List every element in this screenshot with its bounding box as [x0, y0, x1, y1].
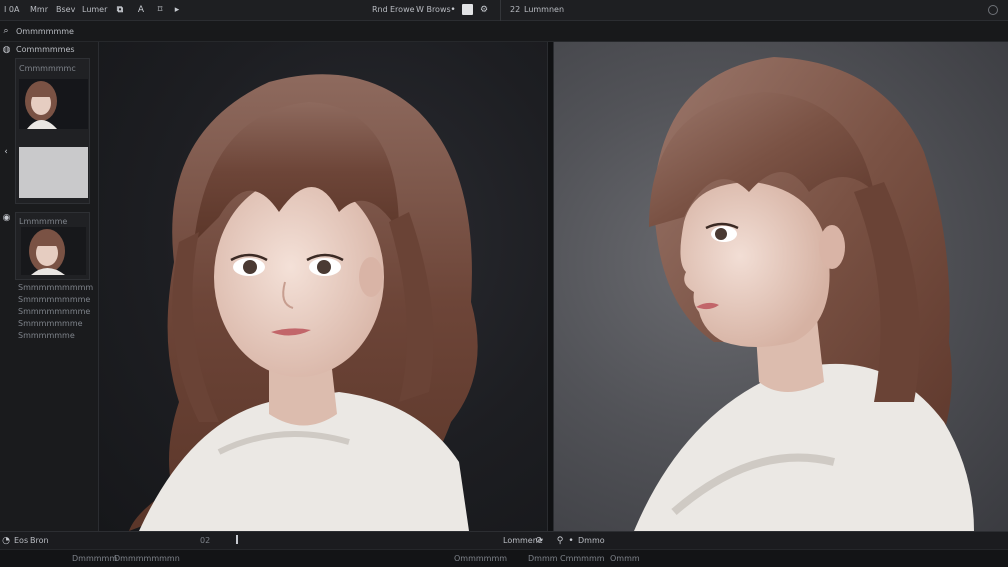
info-icon[interactable]: ◉ — [2, 213, 11, 223]
layers-icon[interactable]: ⧉ — [114, 3, 126, 17]
menu-browse[interactable]: W Brows — [416, 5, 451, 15]
settings-icon[interactable]: ⚙ — [480, 4, 488, 16]
window-control-icon[interactable] — [988, 5, 998, 15]
sidebar-section-title: Commmmmes — [16, 45, 75, 54]
chat-icon[interactable]: ◔ — [2, 535, 10, 547]
status-left-label: Eos — [14, 536, 29, 545]
status-right-value: Dmmo — [578, 536, 605, 545]
split-divider[interactable] — [547, 42, 554, 531]
menu-erowe[interactable]: Erowe — [390, 5, 415, 15]
search-icon[interactable]: ⌕ — [2, 25, 10, 37]
bottom-item[interactable]: Ommmmmm — [454, 554, 507, 564]
thumbnail-portrait-1[interactable] — [19, 79, 88, 129]
color-swatch[interactable] — [462, 4, 473, 15]
menu-item-1[interactable]: Mmr — [30, 5, 48, 15]
bottom-item[interactable]: Dmmmmm — [72, 554, 117, 564]
bottom-item[interactable]: Dmmm — [528, 554, 558, 564]
refresh-icon[interactable]: ⟳ — [535, 535, 544, 547]
crop-icon[interactable]: ⌑ — [154, 3, 166, 17]
property-line: Smmmmmmme — [18, 319, 83, 328]
property-line: Smmmmmmmme — [18, 307, 91, 316]
sub-toolbar: ⌕ Ommmmmme — [0, 21, 1008, 42]
portrait-front — [129, 74, 478, 531]
canvas-right-portrait[interactable] — [554, 42, 1008, 531]
portrait-profile — [634, 57, 974, 531]
property-line: Smmmmmme — [18, 331, 75, 340]
bottom-bar: Dmmmmm Dmmmmmmmn Ommmmmm Dmmm Cmmmmm Omm… — [0, 549, 1008, 567]
zoom-label: 22 — [510, 5, 521, 14]
menu-item-3[interactable]: Lumer — [82, 5, 107, 15]
pin-icon[interactable]: ⚲ — [556, 535, 564, 547]
menu-bar: I 0A Mmr Bsev Lumer ⧉ A ⌑ ▸ Rnd Erowe W … — [0, 0, 1008, 21]
zoom-value[interactable]: Lummnen — [524, 5, 564, 15]
canvas-left-portrait[interactable] — [99, 42, 547, 531]
globe-icon[interactable]: ◍ — [2, 45, 11, 55]
panel-title: Cmmmmmmc — [19, 64, 76, 73]
menu-render[interactable]: Rnd — [372, 5, 388, 15]
document-title: Ommmmmme — [16, 27, 74, 36]
layer-panel: Lmmmmme — [15, 212, 90, 280]
layer-panel-title: Lmmmmme — [19, 217, 68, 226]
cursor-marker — [236, 535, 238, 544]
properties-text: Smmmmmmmmm Smmmmmmmme Smmmmmmmme Smmmmmm… — [18, 283, 93, 341]
dot-icon[interactable]: • — [449, 4, 457, 16]
status-center-value: 02 — [200, 536, 211, 545]
info-small-icon[interactable]: • — [567, 535, 575, 547]
collapse-left-icon[interactable]: ‹ — [2, 146, 10, 158]
thumbnail-blank[interactable] — [19, 147, 88, 198]
thumbnail-portrait-2[interactable] — [21, 227, 86, 275]
menu-separator — [500, 0, 501, 21]
property-line: Smmmmmmmmm — [18, 283, 94, 292]
menu-app[interactable]: I 0A — [4, 5, 19, 15]
bottom-item[interactable]: Cmmmmm — [560, 554, 605, 564]
thumbnail-panel: Cmmmmmmc — [15, 58, 90, 204]
status-bar: ◔ Eos Bron 02 Lommene ⟳ ⚲ • Dmmo — [0, 531, 1008, 549]
text-icon[interactable]: A — [136, 3, 146, 17]
menu-item-2[interactable]: Bsev — [56, 5, 75, 15]
sidebar: ◍ Commmmmes Cmmmmmmc ‹ ◉ Lmmmmme Smmmmmm… — [0, 42, 99, 531]
bottom-item[interactable]: Ommm — [610, 554, 640, 564]
play-icon[interactable]: ▸ — [172, 3, 182, 17]
property-line: Smmmmmmmme — [18, 295, 91, 304]
bottom-item[interactable]: Dmmmmmmmn — [114, 554, 180, 564]
status-left-value: Bron — [30, 536, 49, 545]
